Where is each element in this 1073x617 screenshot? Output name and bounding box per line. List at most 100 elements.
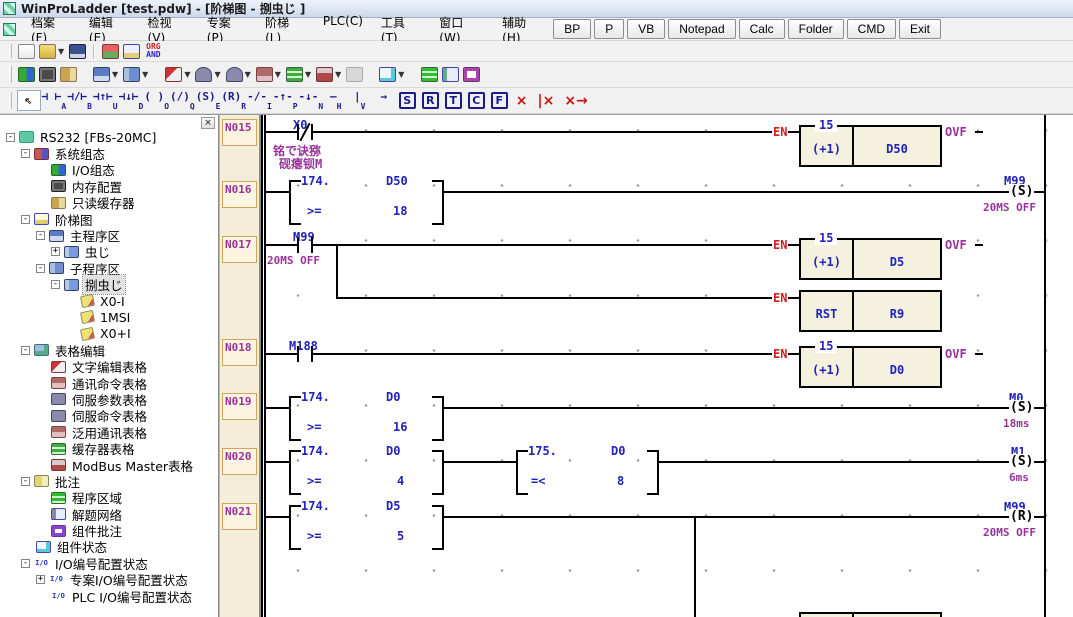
collapse-toggle-icon[interactable]: -: [21, 559, 30, 568]
ladder-symbol-I-icon[interactable]: -/-I: [247, 90, 272, 111]
tree-item-25[interactable]: 组件状态: [0, 539, 218, 555]
function-block-rst-r9[interactable]: RST R9: [799, 290, 942, 332]
text-table-icon[interactable]: [165, 67, 182, 82]
tree-item-0[interactable]: -RS232 [FBs-20MC]: [0, 129, 218, 145]
tree-item-17[interactable]: 伺服命令表格: [0, 408, 218, 424]
ladder-symbol-A-icon[interactable]: ⊣ ⊢A: [42, 90, 67, 111]
instruction-list-icon[interactable]: ORG AND: [146, 43, 160, 59]
dropdown-caret-icon[interactable]: ▼: [184, 70, 190, 79]
function-box-s-icon[interactable]: S: [399, 92, 416, 109]
dropdown-caret-icon[interactable]: ▼: [335, 70, 341, 79]
tree-item-21[interactable]: -批注: [0, 473, 218, 489]
function-block-inc-d0[interactable]: 15 (+1) D0: [799, 346, 942, 388]
modbus-table-icon[interactable]: [316, 67, 333, 82]
collapse-toggle-icon[interactable]: -: [21, 477, 30, 486]
delete-icon-0[interactable]: ×: [516, 93, 528, 109]
quick-button-exit[interactable]: Exit: [899, 19, 941, 39]
quick-button-calc[interactable]: Calc: [739, 19, 785, 39]
sub-program-icon[interactable]: [123, 67, 140, 82]
quick-button-cmd[interactable]: CMD: [847, 19, 896, 39]
quick-button-bp[interactable]: BP: [553, 19, 591, 39]
function-block-partial[interactable]: [799, 612, 942, 617]
tree-item-27[interactable]: +I/O专案I/O编号配置状态: [0, 572, 218, 588]
ladder-symbol-V-icon[interactable]: |V: [348, 90, 371, 111]
open-caret-icon[interactable]: ▼: [58, 47, 64, 56]
ladder-symbol-P-icon[interactable]: -↑-P: [273, 90, 298, 111]
tree-item-28[interactable]: I/OPLC I/O编号配置状态: [0, 588, 218, 604]
compare-block-bracket[interactable]: [432, 505, 444, 550]
compare-block-bracket[interactable]: [289, 180, 301, 225]
dropdown-caret-icon[interactable]: ▼: [275, 70, 281, 79]
register-table-icon[interactable]: [286, 67, 303, 82]
toolbar-grip[interactable]: [9, 92, 12, 110]
nc-contact-x0[interactable]: [297, 124, 313, 140]
network-label-n019[interactable]: N019: [222, 393, 257, 420]
function-box-r-icon[interactable]: R: [422, 92, 439, 109]
collapse-toggle-icon[interactable]: -: [21, 215, 30, 224]
no-contact-m188[interactable]: [297, 346, 313, 362]
ladder-symbol-D-icon[interactable]: ⊣↓⊢D: [119, 90, 144, 111]
tree-item-4[interactable]: 只读缓存器: [0, 195, 218, 211]
network-label-n016[interactable]: N016: [222, 181, 257, 208]
network-status-icon[interactable]: [442, 67, 459, 82]
select-pointer-icon[interactable]: ⇖: [17, 90, 41, 111]
zoom-select-icon[interactable]: [379, 67, 396, 82]
delete-icon-1[interactable]: |×: [537, 93, 554, 109]
toolbar-grip[interactable]: [9, 66, 12, 84]
dropdown-caret-icon[interactable]: ▼: [214, 70, 220, 79]
compare-block-bracket[interactable]: [647, 450, 659, 495]
table-disabled-icon[interactable]: [346, 67, 363, 82]
network-label-n018[interactable]: N018: [222, 339, 257, 366]
element-status-icon2[interactable]: [463, 67, 480, 82]
tree-item-5[interactable]: -阶梯图: [0, 211, 218, 227]
tree-item-24[interactable]: 组件批注: [0, 522, 218, 538]
open-file-icon[interactable]: [39, 44, 56, 59]
expand-toggle-icon[interactable]: +: [36, 575, 45, 584]
ladder-symbol-N-icon[interactable]: -↓-N: [299, 90, 324, 111]
ladder-monitor-icon[interactable]: [123, 44, 140, 59]
ladder-canvas[interactable]: X0 铭で诀猕 砚瘪钡M EN 15 (+1) D50 OVF: [259, 115, 1073, 617]
tree-item-16[interactable]: 伺服参数表格: [0, 391, 218, 407]
function-block-inc-d50[interactable]: 15 (+1) D50: [799, 125, 942, 167]
tree-item-9[interactable]: -捌虫じ: [0, 277, 218, 293]
new-file-icon[interactable]: [18, 44, 35, 59]
tree-item-3[interactable]: 内存配置: [0, 178, 218, 194]
save-file-icon[interactable]: [69, 44, 86, 59]
io-numbering-table-icon[interactable]: [102, 44, 119, 59]
ladder-symbol-R-icon[interactable]: (R)R: [221, 90, 246, 111]
tree-item-8[interactable]: -子程序区: [0, 260, 218, 276]
tree-item-23[interactable]: 解题网络: [0, 506, 218, 522]
function-box-c-icon[interactable]: C: [468, 92, 485, 109]
servo-param-table-icon[interactable]: [195, 67, 212, 82]
collapse-toggle-icon[interactable]: -: [51, 280, 60, 289]
expand-toggle-icon[interactable]: +: [51, 247, 60, 256]
collapse-toggle-icon[interactable]: -: [21, 149, 30, 158]
ladder-symbol-E-icon[interactable]: (S)E: [196, 90, 221, 111]
ladder-symbol-H-icon[interactable]: —H: [324, 90, 347, 111]
dropdown-caret-icon[interactable]: ▼: [142, 70, 148, 79]
tree-item-13[interactable]: -表格编辑: [0, 342, 218, 358]
tree-item-15[interactable]: 通讯命令表格: [0, 375, 218, 391]
io-config-icon[interactable]: [18, 67, 35, 82]
memory-config-icon[interactable]: [39, 67, 56, 82]
comm-table-icon[interactable]: [256, 67, 273, 82]
dropdown-caret-icon[interactable]: ▼: [245, 70, 251, 79]
tree-item-2[interactable]: I/O组态: [0, 162, 218, 178]
tree-item-14[interactable]: 文字编辑表格: [0, 358, 218, 374]
dropdown-caret-icon[interactable]: ▼: [305, 70, 311, 79]
set-coil-m1[interactable]: (S): [1009, 454, 1034, 469]
network-label-n021[interactable]: N021: [222, 503, 257, 530]
quick-button-vb[interactable]: VB: [627, 19, 665, 39]
delete-icon-2[interactable]: ×→: [564, 93, 587, 109]
compare-block-bracket[interactable]: [432, 450, 444, 495]
function-block-inc-d5[interactable]: 15 (+1) D5: [799, 238, 942, 280]
network-label-n020[interactable]: N020: [222, 448, 257, 475]
dropdown-caret-icon[interactable]: ▼: [398, 70, 404, 79]
collapse-toggle-icon[interactable]: -: [36, 264, 45, 273]
tree-item-6[interactable]: -主程序区: [0, 227, 218, 243]
network-label-n015[interactable]: N015: [222, 119, 257, 146]
dropdown-caret-icon[interactable]: ▼: [112, 70, 118, 79]
servo-cmd-table-icon[interactable]: [226, 67, 243, 82]
tree-item-20[interactable]: ModBus Master表格: [0, 457, 218, 473]
compare-block-bracket[interactable]: [289, 396, 301, 441]
